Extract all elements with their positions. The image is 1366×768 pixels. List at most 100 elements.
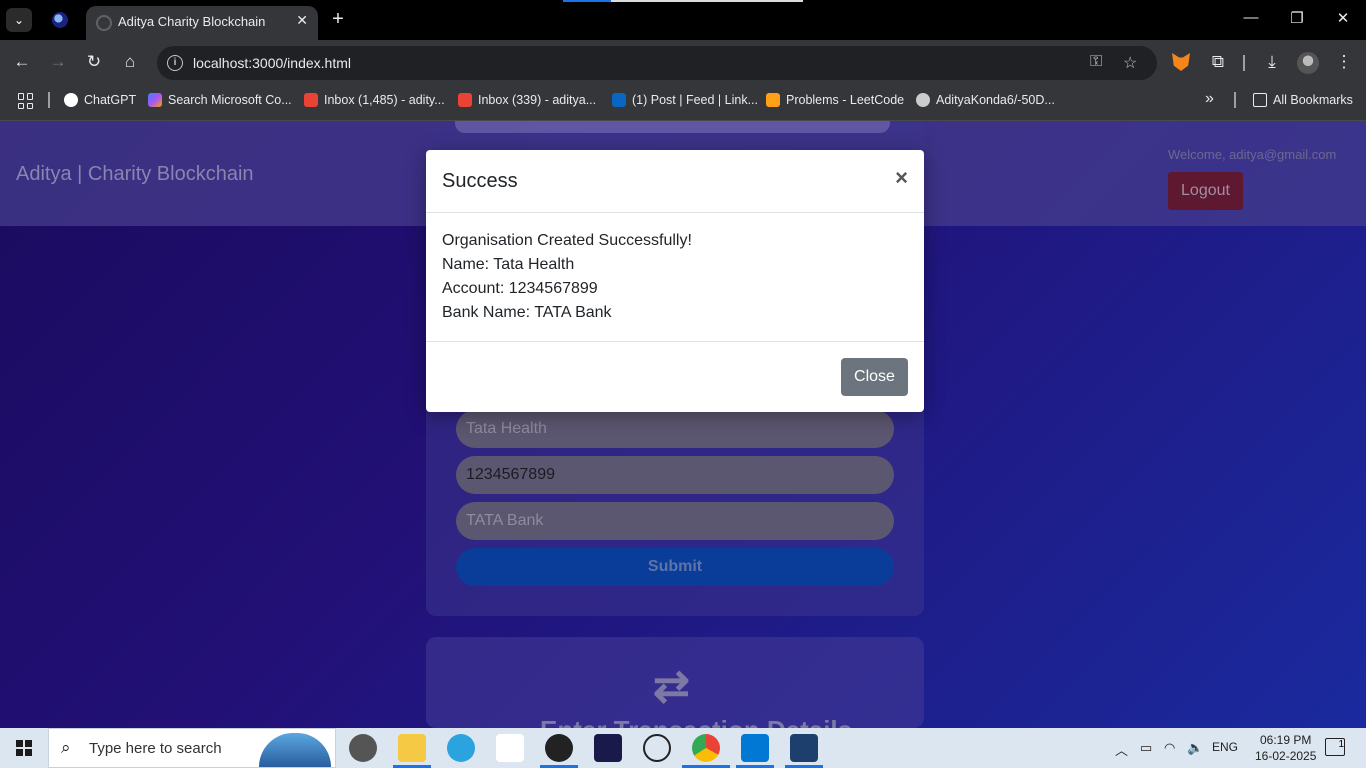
bookmark-label: Search Microsoft Co...: [168, 93, 292, 107]
search-icon: ⌕: [61, 738, 71, 757]
site-brand[interactable]: Aditya | Charity Blockchain: [16, 163, 254, 186]
modal-account: Account: 1234567899: [442, 280, 598, 297]
key-icon[interactable]: ⚿: [1090, 53, 1102, 71]
star-icon[interactable]: ☆: [1123, 53, 1137, 73]
account-number-field[interactable]: 1234567899: [456, 456, 894, 494]
notification-count: 1: [1338, 739, 1344, 750]
bookmarks-bar: ChatGPT Search Microsoft Co... Inbox (1,…: [0, 86, 1366, 121]
reload-icon[interactable]: ↻: [83, 52, 105, 72]
wifi-icon[interactable]: ◠: [1164, 740, 1175, 756]
home-icon[interactable]: ⌂: [119, 52, 141, 72]
bookmark-label: Inbox (1,485) - adity...: [324, 93, 445, 107]
language-indicator[interactable]: ENG: [1212, 740, 1238, 754]
notification-icon[interactable]: 1: [1325, 738, 1345, 756]
github-icon: [916, 93, 930, 107]
bookmarks-overflow-icon[interactable]: »: [1205, 90, 1214, 108]
taskbar-search[interactable]: ⌕ Type here to search: [48, 728, 336, 768]
bookmark-divider: [48, 92, 50, 108]
chrome-icon[interactable]: [692, 734, 720, 762]
taskbar-clock[interactable]: 06:19 PM 16-02-2025: [1255, 732, 1316, 764]
taskbar-search-placeholder: Type here to search: [89, 740, 222, 757]
bookmark-label: Problems - LeetCode: [786, 93, 905, 107]
github-desktop-icon[interactable]: [545, 734, 573, 762]
restore-button[interactable]: ❐: [1282, 9, 1312, 27]
vscode-icon[interactable]: [741, 734, 769, 762]
profile-icon[interactable]: [1297, 52, 1319, 74]
minimize-button[interactable]: —: [1236, 9, 1266, 26]
close-window-button[interactable]: ✕: [1328, 9, 1358, 27]
tab-search-button[interactable]: ⌄: [6, 8, 32, 32]
battery-icon[interactable]: ▭: [1140, 740, 1152, 756]
gmail-icon: [304, 93, 318, 107]
welcome-text: Welcome, aditya@gmail.com: [1168, 147, 1337, 162]
chatgpt-app-icon[interactable]: [643, 734, 671, 762]
volume-icon[interactable]: 🔈: [1187, 740, 1203, 756]
modal-header: Success ×: [426, 150, 924, 213]
back-icon[interactable]: ←: [11, 52, 33, 72]
modal-close-icon[interactable]: ×: [895, 165, 908, 191]
bookmark-label: ChatGPT: [84, 93, 137, 107]
logout-button[interactable]: Logout: [1168, 172, 1243, 210]
gmail-icon: [458, 93, 472, 107]
tray-chevron-up-icon[interactable]: ︿: [1115, 740, 1128, 759]
bookmark-microsoft-copilot[interactable]: Search Microsoft Co...: [148, 93, 292, 107]
toolbar-divider: [1243, 55, 1245, 71]
linkedin-icon: [612, 93, 626, 107]
clock-date: 16-02-2025: [1255, 749, 1317, 763]
copilot-icon: [148, 93, 162, 107]
address-bar[interactable]: i localhost:3000/index.html ⚿ ☆: [157, 46, 1157, 80]
download-icon[interactable]: ⤓: [1260, 52, 1284, 72]
org-name-field[interactable]: Tata Health: [456, 410, 894, 448]
unstop-icon[interactable]: [496, 734, 524, 762]
tab-active[interactable]: Aditya Charity Blockchain ✕: [86, 6, 318, 40]
site-info-icon[interactable]: i: [167, 55, 183, 71]
pinned-tab-icon[interactable]: [52, 12, 68, 28]
intellij-icon[interactable]: [594, 734, 622, 762]
url-text[interactable]: localhost:3000/index.html: [193, 55, 351, 71]
submit-button[interactable]: Submit: [456, 548, 894, 586]
search-highlight-image: [259, 733, 331, 767]
chatgpt-icon: [64, 93, 78, 107]
bookmark-github[interactable]: AdityaKonda6/-50D...: [916, 93, 1055, 107]
bookmark-leetcode[interactable]: Problems - LeetCode: [766, 93, 904, 107]
tab-title: Aditya Charity Blockchain: [118, 14, 266, 29]
loading-indicator: [563, 0, 803, 2]
chevron-down-icon: ⌄: [13, 13, 25, 27]
bookmark-gmail-1[interactable]: Inbox (1,485) - adity...: [304, 93, 445, 107]
bank-name-field[interactable]: TATA Bank: [456, 502, 894, 540]
telegram-icon[interactable]: [447, 734, 475, 762]
bookmark-label: Inbox (339) - aditya...: [478, 93, 597, 107]
virtualbox-icon[interactable]: [790, 734, 818, 762]
snipping-tool-icon[interactable]: [349, 734, 377, 762]
modal-title: Success: [442, 170, 518, 192]
tab-close-icon[interactable]: ✕: [296, 12, 308, 29]
modal-footer: Close: [426, 341, 924, 412]
new-tab-button[interactable]: +: [328, 8, 348, 31]
windows-taskbar: ⌕ Type here to search ︿ ▭ ◠ 🔈 ENG 06:19 …: [0, 728, 1366, 768]
tab-strip: ⌄ Aditya Charity Blockchain ✕ + — ❐ ✕: [0, 0, 1366, 40]
bookmark-chatgpt[interactable]: ChatGPT: [64, 93, 136, 107]
file-explorer-icon[interactable]: [398, 734, 426, 762]
modal-bank-name: Bank Name: TATA Bank: [442, 304, 612, 321]
windows-start-icon[interactable]: [16, 740, 32, 756]
apps-grid-icon[interactable]: [18, 93, 34, 109]
bookmark-label: (1) Post | Feed | Link...: [632, 93, 758, 107]
modal-org-name: Name: Tata Health: [442, 256, 575, 273]
card-search-glow: [455, 121, 890, 133]
modal-message: Organisation Created Successfully!: [442, 232, 692, 249]
bookmark-label: AdityaKonda6/-50D...: [936, 93, 1055, 107]
bookmark-divider: [1234, 92, 1236, 108]
transaction-card-title: Enter Transaction Details: [540, 715, 852, 728]
all-bookmarks-button[interactable]: All Bookmarks: [1253, 93, 1353, 107]
browser-toolbar: ← → ↻ ⌂ i localhost:3000/index.html ⚿ ☆ …: [0, 40, 1366, 86]
extensions-icon[interactable]: ⧉: [1206, 52, 1230, 72]
bookmark-gmail-2[interactable]: Inbox (339) - aditya...: [458, 93, 596, 107]
kebab-menu-icon[interactable]: ⋮: [1332, 52, 1356, 72]
clock-time: 06:19 PM: [1260, 733, 1312, 747]
globe-icon: [96, 15, 112, 31]
forward-icon[interactable]: →: [47, 52, 69, 72]
success-modal: Success × Organisation Created Successfu…: [426, 150, 924, 412]
bookmark-linkedin[interactable]: (1) Post | Feed | Link...: [612, 93, 758, 107]
close-button[interactable]: Close: [841, 358, 908, 396]
swap-arrows-icon: ⇄: [653, 662, 690, 711]
